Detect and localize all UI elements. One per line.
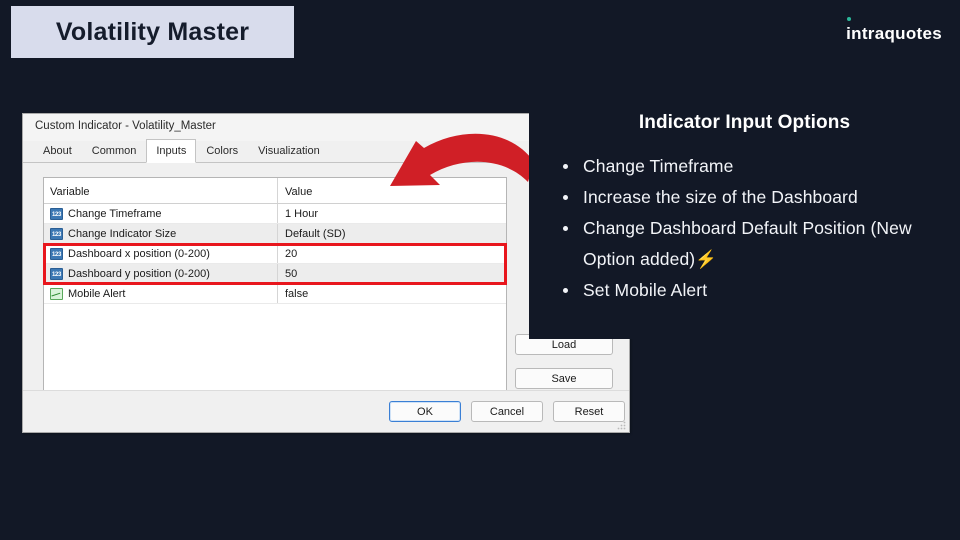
row-variable-label: Mobile Alert	[68, 287, 126, 300]
list-item: Set Mobile Alert	[559, 275, 940, 306]
list-item-text: Set Mobile Alert	[583, 280, 708, 300]
feature-bullet-list: Change Timeframe Increase the size of th…	[549, 151, 940, 306]
number-icon: 123	[50, 267, 63, 280]
tab-visualization[interactable]: Visualization	[248, 140, 330, 162]
row-value-cell[interactable]: 1 Hour	[278, 204, 506, 223]
list-item-text: Change Dashboard Default Position (New O…	[583, 218, 912, 269]
row-variable-cell: Mobile Alert	[44, 284, 278, 303]
list-item-text: Increase the size of the Dashboard	[583, 187, 858, 207]
list-item: Change Dashboard Default Position (New O…	[559, 213, 940, 275]
page-title-badge: Volatility Master	[11, 6, 294, 58]
row-variable-cell: 123 Change Indicator Size	[44, 224, 278, 243]
save-button[interactable]: Save	[515, 368, 613, 389]
brand-logo-text: intraquotes	[846, 17, 942, 43]
reset-button[interactable]: Reset	[553, 401, 625, 422]
boolean-icon	[50, 287, 63, 300]
row-value-cell[interactable]: 20	[278, 244, 506, 263]
dialog-footer: OK Cancel Reset	[23, 390, 629, 432]
row-variable-label: Dashboard x position (0-200)	[68, 247, 210, 260]
row-variable-label: Dashboard y position (0-200)	[68, 267, 210, 280]
table-row[interactable]: 123 Dashboard y position (0-200) 50	[44, 264, 506, 284]
cancel-button[interactable]: Cancel	[471, 401, 543, 422]
list-item-text: Change Timeframe	[583, 156, 734, 176]
table-row[interactable]: 123 Change Timeframe 1 Hour	[44, 204, 506, 224]
number-icon: 123	[50, 227, 63, 240]
info-panel-title: Indicator Input Options	[638, 112, 851, 133]
info-panel: Indicator Input Options Change Timeframe…	[529, 96, 960, 339]
row-variable-label: Change Indicator Size	[68, 227, 177, 240]
row-value-cell[interactable]: false	[278, 284, 506, 303]
row-value-cell[interactable]: Default (SD)	[278, 224, 506, 243]
table-header-row: Variable Value	[44, 178, 506, 204]
tab-inputs[interactable]: Inputs	[146, 139, 197, 163]
table-row[interactable]: Mobile Alert false	[44, 284, 506, 304]
row-variable-cell: 123 Change Timeframe	[44, 204, 278, 223]
row-variable-cell: 123 Dashboard x position (0-200)	[44, 244, 278, 263]
row-variable-cell: 123 Dashboard y position (0-200)	[44, 264, 278, 283]
table-row[interactable]: 123 Change Indicator Size Default (SD)	[44, 224, 506, 244]
column-header-variable: Variable	[44, 178, 278, 203]
dialog-title-text: Custom Indicator - Volatility_Master	[35, 120, 216, 132]
row-value-cell[interactable]: 50	[278, 264, 506, 283]
parameters-table[interactable]: Variable Value 123 Change Timeframe 1 Ho…	[43, 177, 507, 391]
resize-grip-icon[interactable]	[616, 420, 626, 430]
ok-button[interactable]: OK	[389, 401, 461, 422]
table-row[interactable]: 123 Dashboard x position (0-200) 20	[44, 244, 506, 264]
list-item-suffix: ⚡	[695, 249, 718, 269]
row-variable-label: Change Timeframe	[68, 207, 162, 220]
list-item: Change Timeframe	[559, 151, 940, 182]
brand-logo: intraquotes	[846, 17, 942, 44]
tab-about[interactable]: About	[33, 140, 82, 162]
list-item: Increase the size of the Dashboard	[559, 182, 940, 213]
tab-common[interactable]: Common	[82, 140, 147, 162]
tab-colors[interactable]: Colors	[196, 140, 248, 162]
number-icon: 123	[50, 247, 63, 260]
column-header-value: Value	[285, 185, 313, 198]
page-title: Volatility Master	[55, 17, 250, 46]
number-icon: 123	[50, 207, 63, 220]
